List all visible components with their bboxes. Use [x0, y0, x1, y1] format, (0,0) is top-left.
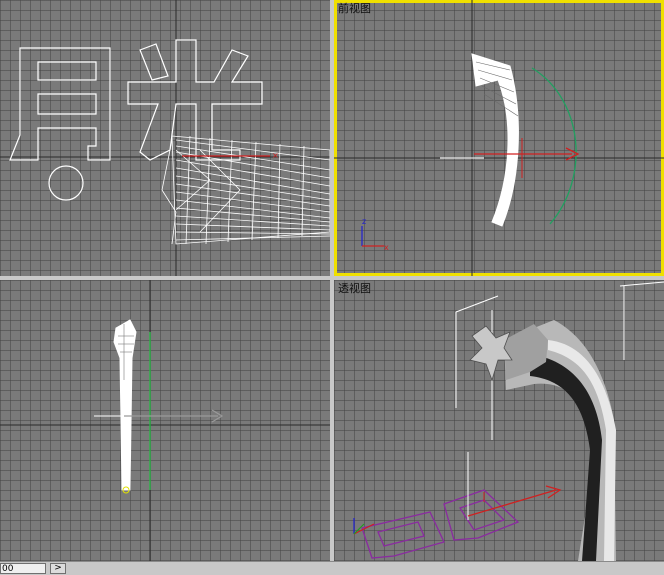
frame-input[interactable]: 00 [0, 563, 46, 574]
ground-text-shape [361, 489, 520, 559]
next-frame-button[interactable]: > [50, 563, 66, 574]
viewport-left-canvas [0, 280, 330, 561]
viewport-left[interactable] [0, 280, 330, 561]
viewport-front[interactable]: z x 前视图 [334, 0, 664, 276]
arc-path [531, 67, 577, 225]
viewport-top[interactable]: × [0, 0, 330, 276]
axis-z-label: z [362, 217, 366, 226]
viewport-front-label: 前视图 [338, 2, 371, 15]
status-bar: 00 > [0, 561, 664, 575]
axis-x-label: x [384, 243, 389, 252]
viewport-top-canvas: × [0, 0, 330, 276]
circle-shape [48, 165, 84, 201]
text-shape-yue [9, 47, 111, 161]
viewport-perspective-label: 透视图 [338, 282, 371, 295]
viewport-front-canvas: z x [334, 0, 664, 276]
viewport-perspective[interactable]: 透视图 [334, 280, 664, 561]
svg-text:×: × [272, 151, 279, 160]
horn-solid [504, 320, 616, 561]
wireframe-object [161, 135, 330, 245]
viewport-perspective-canvas [353, 281, 664, 561]
stem-object [113, 319, 137, 491]
